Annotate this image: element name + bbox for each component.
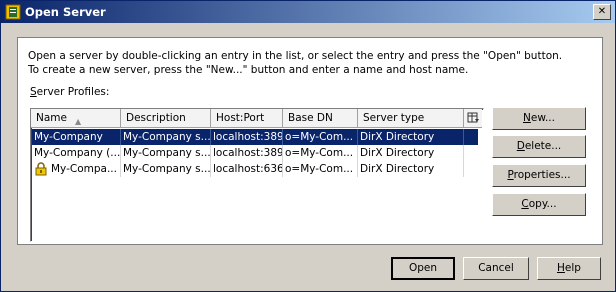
copy-server-button[interactable]: Copy... xyxy=(492,193,586,216)
help-button[interactable]: Help xyxy=(537,257,601,280)
column-header-description[interactable]: Description xyxy=(121,109,211,128)
server-row[interactable]: My-Company My-Company s... localhost:389… xyxy=(32,129,478,145)
column-header-host-port[interactable]: Host:Port xyxy=(211,109,283,128)
instructions: Open a server by double-clicking an entr… xyxy=(28,49,562,77)
close-button[interactable]: ✕ xyxy=(593,4,611,20)
server-host-cell: localhost:389 xyxy=(213,145,283,161)
help-label: elp xyxy=(564,262,581,274)
server-type-cell: DirX Directory xyxy=(358,129,464,145)
server-row[interactable]: My-Compa... My-Company s... localhost:63… xyxy=(32,161,478,177)
app-icon xyxy=(5,4,21,20)
instruction-line-1: Open a server by double-clicking an entr… xyxy=(28,50,563,62)
title-bar[interactable]: Open Server ✕ xyxy=(1,1,615,23)
server-description-cell: My-Company s... xyxy=(123,145,211,161)
server-basedn-cell: o=My-Com... xyxy=(283,161,358,177)
instruction-line-2: To create a new server, press the "New..… xyxy=(28,64,469,76)
server-profiles-list[interactable]: Name ▲ Description Host:Port Base DN Ser… xyxy=(30,108,484,242)
server-host-cell: localhost:389 xyxy=(213,129,283,145)
delete-label: elete... xyxy=(524,140,562,152)
column-header-base-dn[interactable]: Base DN xyxy=(283,109,358,128)
new-server-button[interactable]: New... xyxy=(492,107,586,130)
lock-icon xyxy=(35,162,47,176)
window-title: Open Server xyxy=(25,5,106,19)
properties-label: roperties... xyxy=(513,169,571,181)
server-row[interactable]: My-Company (... My-Company s... localhos… xyxy=(32,145,478,161)
server-basedn-cell: o=My-Com... xyxy=(283,129,358,145)
column-header-name-label: Name xyxy=(36,112,67,124)
new-label: ew... xyxy=(530,112,555,124)
copy-label: opy... xyxy=(528,198,557,210)
server-name-cell: My-Company (... xyxy=(34,145,121,161)
server-name-cell: My-Company xyxy=(32,129,121,145)
column-header-server-type[interactable]: Server type xyxy=(358,109,464,128)
server-name-cell: My-Compa... xyxy=(32,161,121,177)
server-description-cell: My-Company s... xyxy=(123,129,211,145)
delete-server-button[interactable]: Delete... xyxy=(492,135,586,158)
server-basedn-cell: o=My-Com... xyxy=(283,145,358,161)
server-host-cell: localhost:636 xyxy=(213,161,283,177)
server-description-cell: My-Company s... xyxy=(123,161,211,177)
server-profiles-label-accel: S xyxy=(30,86,37,98)
server-type-cell: DirX Directory xyxy=(358,161,464,177)
server-name-text: My-Compa... xyxy=(51,163,117,175)
properties-button[interactable]: Properties... xyxy=(492,164,586,187)
new-accel: N xyxy=(523,112,531,124)
column-chooser-icon xyxy=(467,112,479,123)
cancel-button[interactable]: Cancel xyxy=(463,257,529,280)
server-type-cell: DirX Directory xyxy=(358,145,464,161)
open-server-dialog: Open Server ✕ Open a server by double-cl… xyxy=(0,0,616,292)
help-accel: H xyxy=(557,262,565,274)
server-profiles-panel: Open a server by double-clicking an entr… xyxy=(17,37,603,245)
server-profiles-label: Server Profiles: xyxy=(30,86,109,98)
column-header-name[interactable]: Name ▲ xyxy=(31,109,121,128)
delete-accel: D xyxy=(516,140,525,152)
server-profiles-label-text: erver Profiles: xyxy=(36,86,110,98)
sort-ascending-icon: ▲ xyxy=(75,117,82,126)
copy-accel: C xyxy=(521,198,529,210)
open-button[interactable]: Open xyxy=(391,257,455,280)
column-chooser-button[interactable] xyxy=(464,109,482,128)
